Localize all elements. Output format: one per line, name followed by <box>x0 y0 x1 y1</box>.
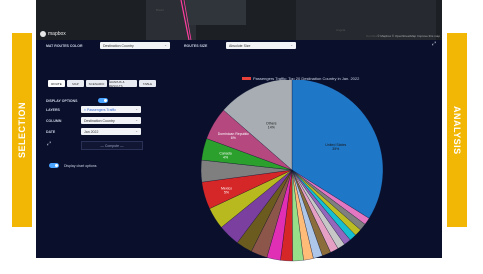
mapbox-icon <box>40 31 46 37</box>
date-select[interactable]: Jan 2022 ⌄ <box>81 128 141 135</box>
column-select[interactable]: Destination Country ⌄ <box>81 117 141 124</box>
expand-icon[interactable]: ⤢ <box>47 141 51 147</box>
tab-graphs-results[interactable]: GRAPHS & RESULTS <box>109 80 137 88</box>
pie-slice-percent: 6% <box>231 136 236 140</box>
pie-slice-percent: 14% <box>268 125 275 129</box>
tab-route[interactable]: ROUTE <box>48 80 65 87</box>
expand-icon[interactable]: ⤢ <box>432 41 436 47</box>
pie-slice-percent: 4% <box>223 155 228 159</box>
app-main-area: Brazil Angola Namibia mapbox © Mapbox © … <box>36 0 442 262</box>
chevron-down-icon: ⌄ <box>135 107 138 111</box>
chevron-down-icon: ⌄ <box>164 43 167 47</box>
selection-panel-tab[interactable]: SELECTION <box>12 33 32 227</box>
pie-slice-percent: 5% <box>224 190 229 194</box>
map-place-label: Brazil <box>156 8 164 12</box>
chart-options-toggle[interactable] <box>49 163 59 168</box>
display-options-toggle[interactable] <box>98 98 108 103</box>
selection-tab-label: SELECTION <box>17 101 27 158</box>
mapbox-logo[interactable]: mapbox <box>40 31 66 37</box>
map-place-label: Angola <box>336 28 346 32</box>
chart-options-label: Display chart options <box>64 164 97 168</box>
tab-scenario[interactable]: SCENARIO <box>86 80 107 87</box>
tab-map[interactable]: MAP <box>67 80 84 87</box>
display-options-heading: DISPLAY OPTIONS <box>46 99 78 103</box>
map-view[interactable]: Brazil Angola Namibia mapbox © Mapbox © … <box>36 0 442 40</box>
chevron-down-icon: ⌄ <box>135 118 138 122</box>
date-label: DATE <box>46 130 56 134</box>
chevron-down-icon: ⌄ <box>135 129 138 133</box>
analysis-tab-label: ANALYSIS <box>452 105 462 155</box>
pie-slice-percent: 35% <box>332 147 339 151</box>
mat-routes-color-select[interactable]: Destination Country ⌄ <box>100 42 170 49</box>
layers-label: LAYERS <box>46 108 60 112</box>
map-place-label: Namibia <box>366 34 378 38</box>
chevron-down-icon: ⌄ <box>290 43 293 47</box>
panel-tabs: ROUTE MAP SCENARIO GRAPHS & RESULTS TABL… <box>48 80 156 88</box>
tab-table[interactable]: TABLE <box>139 80 156 87</box>
compute-button[interactable]: — Compute — <box>81 141 143 150</box>
layers-select[interactable]: × Passengers Traffic ⌄ <box>81 106 141 113</box>
routes-size-label: ROUTES SIZE <box>184 44 208 48</box>
map-attribution[interactable]: © Mapbox © OpenStreetMap Improve this ma… <box>377 34 440 38</box>
column-label: COLUMN <box>46 119 62 123</box>
routes-size-select[interactable]: Absolute Size ⌄ <box>226 42 296 49</box>
analysis-panel-tab[interactable]: ANALYSIS <box>447 33 467 227</box>
pie-chart: United States35%Mexico5%Canada4%Dominica… <box>200 80 384 262</box>
mat-routes-color-label: MAT ROUTES COLOR <box>46 44 83 48</box>
